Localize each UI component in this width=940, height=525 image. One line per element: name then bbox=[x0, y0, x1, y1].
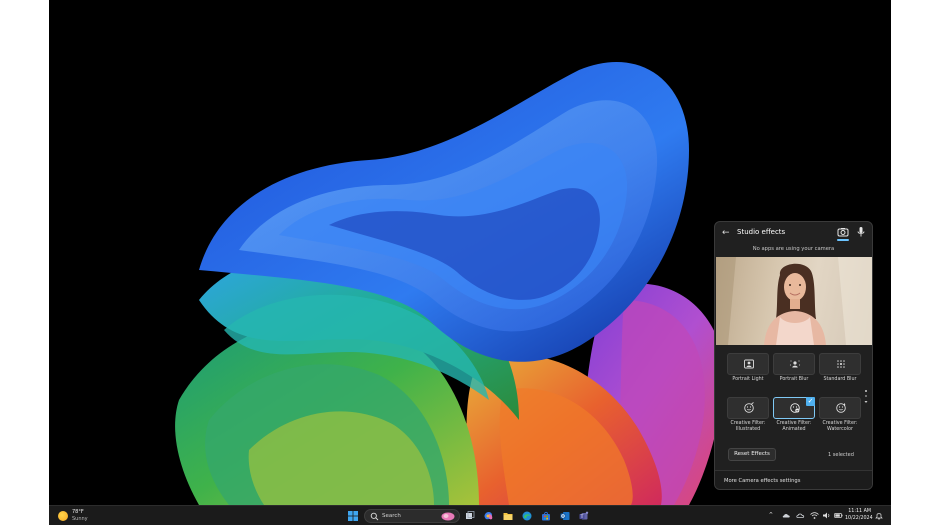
studio-effects-panel: ← Studio effects No apps are using your … bbox=[714, 221, 873, 490]
selected-count-text: 1 selected bbox=[828, 452, 854, 458]
taskbar-search-box[interactable]: Search bbox=[364, 509, 460, 523]
more-camera-settings-link[interactable]: More Camera effects settings bbox=[724, 478, 800, 484]
clock-time[interactable]: 11:11 AM bbox=[845, 509, 871, 514]
watercolor-filter-icon bbox=[836, 403, 846, 413]
standard-blur-button[interactable] bbox=[819, 353, 861, 375]
outlook-icon[interactable] bbox=[560, 511, 570, 521]
selected-check-icon: ✓ bbox=[806, 397, 815, 406]
panel-title: Studio effects bbox=[737, 228, 786, 236]
task-view-icon[interactable] bbox=[465, 511, 475, 521]
camera-icon[interactable] bbox=[837, 226, 849, 238]
file-explorer-icon[interactable] bbox=[503, 511, 513, 521]
copilot-icon[interactable] bbox=[484, 511, 494, 521]
desktop: ← Studio effects No apps are using your … bbox=[49, 0, 891, 525]
tray-overflow-chevron-icon[interactable]: ⌃ bbox=[768, 511, 774, 519]
panel-footer: More Camera effects settings bbox=[715, 470, 872, 489]
effect-label: Portrait Light bbox=[732, 377, 764, 382]
panel-header: ← Studio effects bbox=[715, 222, 872, 244]
clock-date[interactable]: 10/22/2024 bbox=[845, 516, 873, 521]
search-label: Search bbox=[382, 513, 401, 519]
back-arrow-icon[interactable]: ← bbox=[722, 227, 732, 239]
illustrated-filter-button[interactable] bbox=[727, 397, 769, 419]
camera-preview bbox=[716, 257, 872, 345]
effect-label: Standard Blur bbox=[823, 377, 857, 382]
weather-temperature[interactable]: 78°F bbox=[72, 509, 84, 515]
effect-label: Creative Filter: Illustrated bbox=[730, 421, 766, 432]
camera-tab-indicator bbox=[837, 239, 849, 241]
standard-blur-icon bbox=[837, 360, 845, 368]
watercolor-filter-button[interactable] bbox=[819, 397, 861, 419]
weather-condition[interactable]: Sunny bbox=[72, 516, 88, 522]
teams-icon[interactable]: T bbox=[579, 511, 589, 521]
microphone-icon[interactable] bbox=[856, 226, 866, 238]
portrait-light-button[interactable] bbox=[727, 353, 769, 375]
taskbar: 78°F Sunny Search T ⌃ 11:11 AM 10/22/202… bbox=[49, 505, 891, 525]
effect-label: Creative Filter: Animated bbox=[776, 421, 812, 432]
windows-start-icon[interactable] bbox=[348, 511, 358, 521]
search-icon bbox=[370, 512, 379, 521]
animated-filter-icon bbox=[790, 403, 800, 413]
portrait-blur-icon bbox=[789, 360, 801, 368]
effect-label: Creative Filter: Watercolor bbox=[822, 421, 858, 432]
page-dots-icon[interactable] bbox=[864, 389, 868, 405]
animated-filter-button[interactable]: ✓ bbox=[773, 397, 815, 419]
preview-person-image bbox=[716, 257, 872, 345]
wifi-icon[interactable] bbox=[810, 511, 819, 520]
cloud-icon[interactable] bbox=[796, 511, 805, 520]
illustrated-filter-icon bbox=[744, 402, 754, 413]
camera-status-text: No apps are using your camera bbox=[752, 246, 835, 252]
portrait-light-icon bbox=[744, 359, 754, 369]
portrait-blur-button[interactable] bbox=[773, 353, 815, 375]
store-icon[interactable] bbox=[541, 511, 551, 521]
sun-icon[interactable] bbox=[58, 511, 68, 521]
edge-icon[interactable] bbox=[522, 511, 532, 521]
reset-effects-button[interactable]: Reset Effects bbox=[728, 448, 776, 461]
onedrive-icon[interactable] bbox=[782, 511, 791, 520]
search-highlight-icon bbox=[441, 512, 455, 521]
effect-label: Portrait Blur bbox=[779, 377, 809, 382]
notification-bell-icon[interactable] bbox=[875, 511, 883, 520]
battery-icon[interactable] bbox=[834, 511, 843, 520]
volume-icon[interactable] bbox=[822, 511, 831, 520]
svg-text:T: T bbox=[580, 514, 584, 520]
